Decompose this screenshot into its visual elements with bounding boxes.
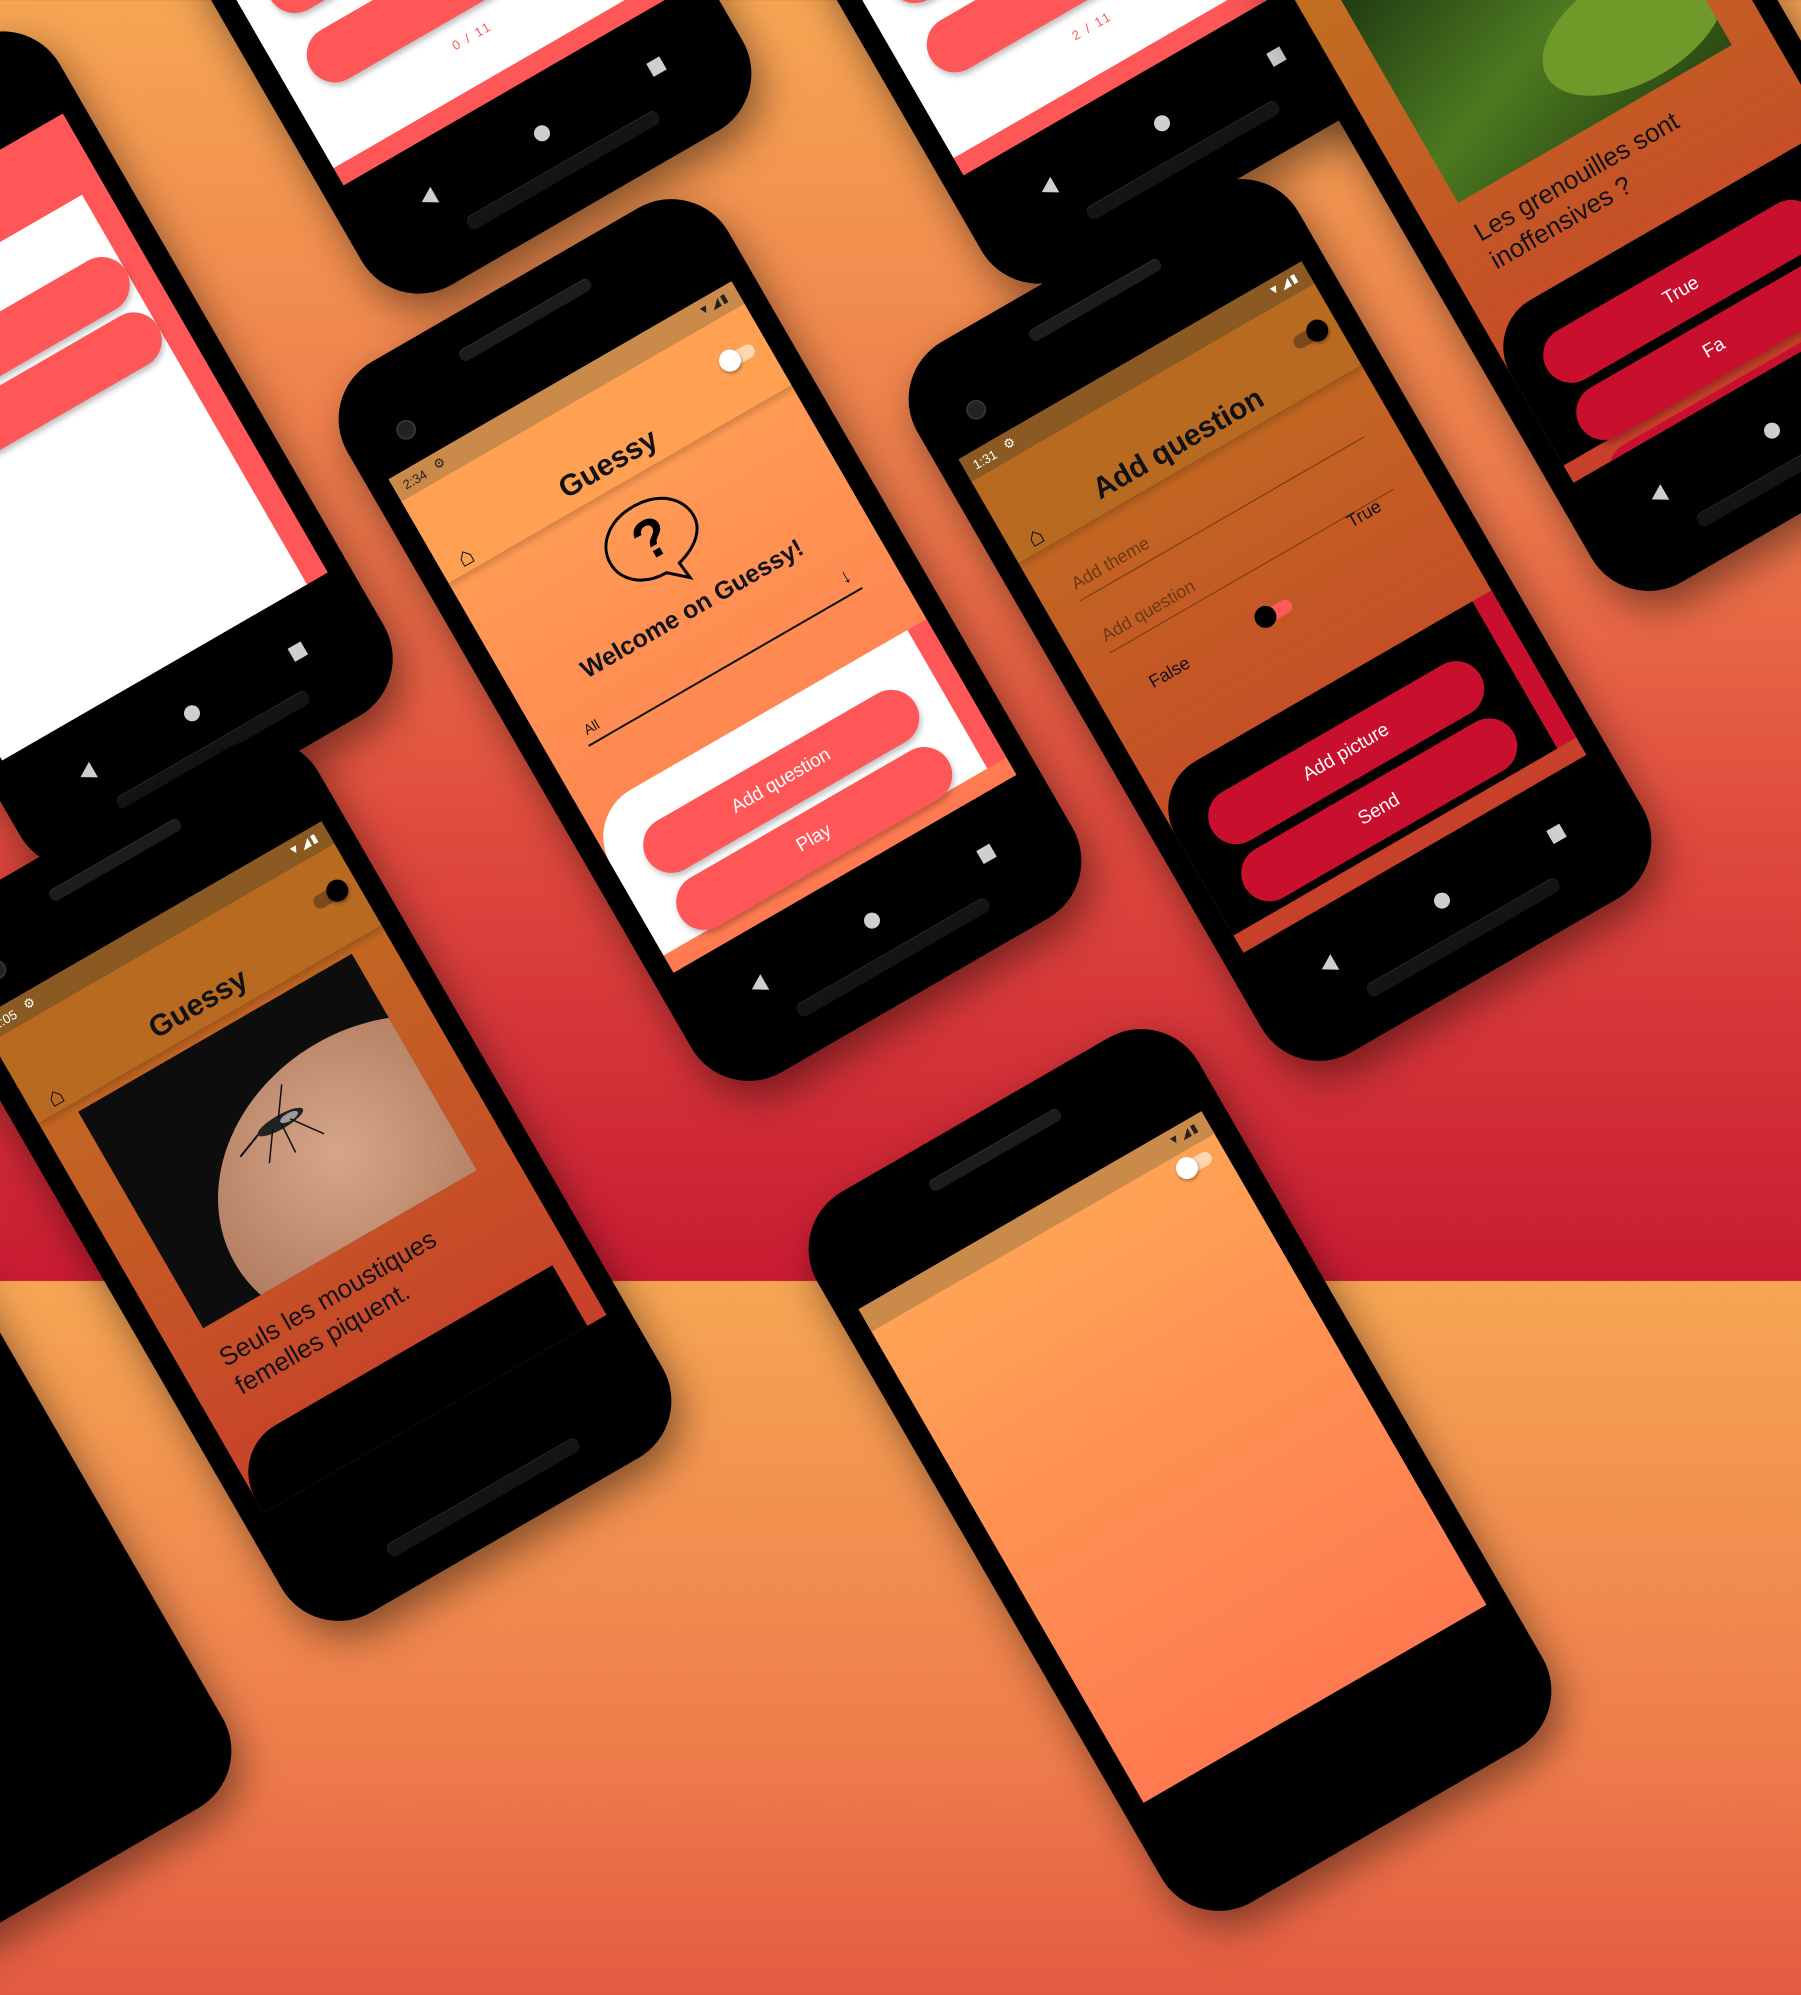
home-circle-icon[interactable] <box>861 909 883 932</box>
toggle-knob <box>1171 1153 1202 1184</box>
back-triangle-icon[interactable] <box>747 974 770 998</box>
switch-knob <box>1250 601 1281 632</box>
home-circle-icon[interactable] <box>531 122 553 145</box>
settings-gear-icon: ⚙ <box>1000 433 1018 453</box>
front-camera <box>392 416 420 444</box>
recent-square-icon[interactable] <box>646 56 667 77</box>
system-status-icons: ▼◢▮ <box>1165 1119 1202 1149</box>
back-triangle-icon[interactable] <box>1647 484 1670 508</box>
earpiece <box>457 276 594 364</box>
white-panel: → 0 / 11 <box>78 0 656 169</box>
recent-square-icon[interactable] <box>1266 46 1287 67</box>
home-circle-icon[interactable] <box>181 702 203 725</box>
white-panel: 2 / 11 <box>698 0 1276 159</box>
theme-toggle[interactable] <box>1171 1149 1215 1184</box>
back-triangle-icon[interactable] <box>1037 176 1060 200</box>
settings-gear-icon: ⚙ <box>20 993 38 1013</box>
dropdown-arrow-icon: ↓ <box>835 564 856 589</box>
back-triangle-icon[interactable] <box>417 186 440 210</box>
status-bar: ▼◢▮ <box>858 1111 1215 1332</box>
mockup-scene: → 0 / 11 2 / 11 <box>0 0 1801 1995</box>
speaker-grille <box>384 1435 583 1559</box>
home-circle-icon[interactable] <box>1151 112 1173 135</box>
earpiece <box>927 1106 1064 1194</box>
screen: 2:05 ⚙ ▼◢▮ ⌂ Guessy Seuls les moustiques… <box>0 821 607 1513</box>
front-camera <box>0 956 10 984</box>
phone-bottom-partial: ▼◢▮ <box>784 1004 1576 1936</box>
front-camera <box>962 396 990 424</box>
recent-square-icon[interactable] <box>287 641 309 662</box>
home-circle-icon[interactable] <box>1431 889 1453 912</box>
back-triangle-icon[interactable] <box>75 761 98 785</box>
home-circle-icon[interactable] <box>1761 419 1783 442</box>
back-triangle-icon[interactable] <box>1317 954 1340 978</box>
false-label: False <box>1145 652 1194 692</box>
recent-square-icon[interactable] <box>976 843 997 865</box>
settings-gear-icon: ⚙ <box>430 453 448 473</box>
screen: ▼◢▮ <box>858 1111 1487 1803</box>
recent-square-icon[interactable] <box>1546 823 1567 845</box>
true-false-switch[interactable] <box>1250 597 1295 632</box>
theme-select-value: All <box>580 716 603 738</box>
